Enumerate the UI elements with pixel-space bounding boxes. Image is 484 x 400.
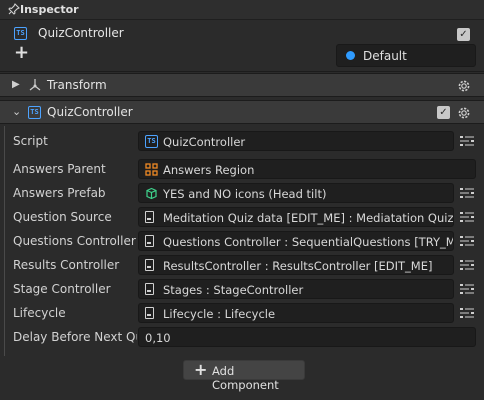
sliders-icon[interactable] [460, 211, 474, 223]
property-label: Question Source [13, 210, 112, 224]
property-row-lifecycle: Lifecycle Lifecycle : Lifecycle [5, 302, 484, 326]
object-header: TS QuizController ✓ + Default [0, 20, 484, 72]
typescript-icon: TS [14, 27, 27, 40]
add-component-label: Add Component [212, 364, 279, 392]
document-icon [145, 307, 154, 319]
add-component-button[interactable]: + Add Component [183, 360, 305, 392]
add-button[interactable]: + [14, 44, 29, 62]
cube-icon [146, 187, 157, 200]
transform-component-header[interactable]: ▶ Transform [0, 73, 484, 97]
property-row-delay: Delay Before Next Qu 0,10 [5, 326, 484, 350]
stage-controller-field[interactable]: Stages : StageController [138, 279, 454, 299]
property-row-script: Script TS QuizController [5, 130, 484, 154]
gear-icon[interactable] [457, 106, 471, 120]
property-label: Questions Controller [13, 234, 136, 248]
answers-parent-field[interactable]: Answers Region [138, 159, 476, 179]
inspector-titlebar: Inspector [0, 0, 484, 20]
question-source-field[interactable]: Meditation Quiz data [EDIT_ME] : Mediata… [138, 207, 454, 227]
property-label: Delay Before Next Qu [13, 330, 137, 344]
property-list: Script TS QuizController Answers Parent … [4, 126, 484, 356]
hierarchy-icon [145, 163, 158, 176]
sliders-icon[interactable] [460, 259, 474, 271]
script-field[interactable]: TS QuizController [138, 131, 454, 151]
plus-icon: + [194, 360, 208, 379]
transform-icon [29, 79, 41, 91]
add-component-bar: + Add Component [4, 356, 484, 400]
object-name[interactable]: QuizController [38, 26, 124, 40]
object-enabled-checkbox[interactable]: ✓ [457, 28, 470, 41]
document-icon [145, 259, 154, 271]
property-row-question-source: Question Source Meditation Quiz data [ED… [5, 206, 484, 230]
sliders-icon[interactable] [460, 235, 474, 247]
chevron-down-icon[interactable]: ⌄ [12, 105, 21, 118]
quizcontroller-component-header[interactable]: ⌄ TS QuizController ✓ [0, 100, 484, 124]
typescript-icon: TS [28, 106, 41, 119]
chevron-right-icon[interactable]: ▶ [12, 79, 20, 90]
property-row-answers-parent: Answers Parent Answers Region [5, 158, 484, 182]
lifecycle-field[interactable]: Lifecycle : Lifecycle [138, 303, 454, 323]
layer-color-dot [346, 51, 355, 60]
layer-dropdown[interactable]: Default [336, 44, 476, 67]
property-label: Lifecycle [13, 306, 66, 320]
property-label: Answers Prefab [13, 186, 106, 200]
inspector-title: Inspector [20, 3, 79, 16]
questions-controller-field[interactable]: Questions Controller : SequentialQuestio… [138, 231, 454, 251]
layer-label: Default [363, 49, 407, 63]
pin-icon[interactable] [8, 3, 20, 15]
property-label: Script [13, 134, 48, 148]
property-label: Stage Controller [13, 282, 111, 296]
typescript-icon: TS [145, 135, 158, 148]
property-row-stage-controller: Stage Controller Stages : StageControlle… [5, 278, 484, 302]
property-label: Results Controller [13, 258, 120, 272]
property-row-results-controller: Results Controller ResultsController : R… [5, 254, 484, 278]
sliders-icon[interactable] [460, 135, 474, 147]
property-row-questions-controller: Questions Controller Questions Controlle… [5, 230, 484, 254]
sliders-icon[interactable] [460, 283, 474, 295]
results-controller-field[interactable]: ResultsController : ResultsController [E… [138, 255, 454, 275]
quizcontroller-label: QuizController [47, 105, 133, 119]
property-row-answers-prefab: Answers Prefab YES and NO icons (Head ti… [5, 182, 484, 206]
gear-icon[interactable] [457, 79, 471, 93]
answers-prefab-field[interactable]: YES and NO icons (Head tilt) [138, 183, 454, 203]
sliders-icon[interactable] [460, 307, 474, 319]
property-label: Answers Parent [13, 162, 106, 176]
delay-input[interactable]: 0,10 [138, 327, 476, 347]
document-icon [145, 211, 154, 223]
document-icon [145, 283, 154, 295]
document-icon [145, 235, 154, 247]
transform-label: Transform [47, 78, 107, 92]
sliders-icon[interactable] [460, 187, 474, 199]
component-enabled-checkbox[interactable]: ✓ [437, 106, 450, 119]
